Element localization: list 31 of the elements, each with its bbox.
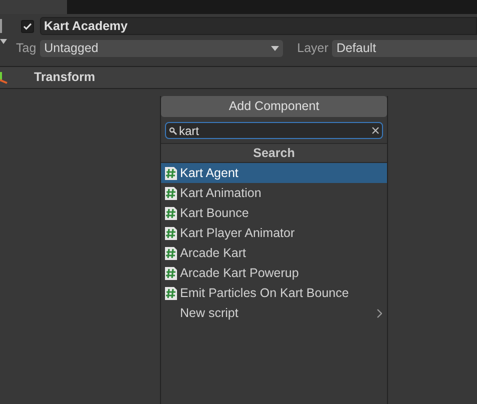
- script-file-icon: [165, 166, 177, 180]
- component-item[interactable]: Kart Bounce: [161, 203, 387, 223]
- layer-label: Layer: [297, 40, 328, 57]
- script-file-icon: [165, 226, 177, 240]
- script-file-icon: [165, 186, 177, 200]
- script-file-icon: [165, 266, 177, 280]
- tag-label: Tag: [16, 40, 36, 57]
- search-icon: [169, 126, 177, 134]
- add-component-button[interactable]: Add Component: [161, 96, 387, 117]
- foldout-arrow-icon[interactable]: [0, 39, 8, 45]
- tag-dropdown[interactable]: Untagged: [40, 40, 284, 56]
- component-header[interactable]: Transform: [0, 67, 477, 89]
- component-item[interactable]: Kart Animation: [161, 183, 387, 203]
- component-item[interactable]: Kart Agent: [161, 163, 387, 183]
- component-item[interactable]: New script: [161, 303, 387, 323]
- component-item[interactable]: Kart Player Animator: [161, 223, 387, 243]
- component-item[interactable]: Arcade Kart: [161, 243, 387, 263]
- component-item[interactable]: Emit Particles On Kart Bounce: [161, 283, 387, 303]
- script-file-icon: [165, 246, 177, 260]
- script-file-icon: [165, 286, 177, 300]
- script-file-icon: [165, 206, 177, 220]
- layer-dropdown[interactable]: Default: [332, 40, 477, 56]
- active-checkbox[interactable]: [21, 20, 34, 32]
- axes-icon: [0, 72, 8, 84]
- dropdown-caret-icon: [271, 46, 280, 50]
- search-field[interactable]: kart: [165, 122, 383, 139]
- search-header: Search: [161, 143, 387, 163]
- chevron-right-icon: [377, 308, 382, 318]
- component-item[interactable]: Arcade Kart Powerup: [161, 263, 387, 283]
- close-icon[interactable]: [372, 127, 379, 134]
- name-field[interactable]: Kart Academy: [40, 17, 477, 35]
